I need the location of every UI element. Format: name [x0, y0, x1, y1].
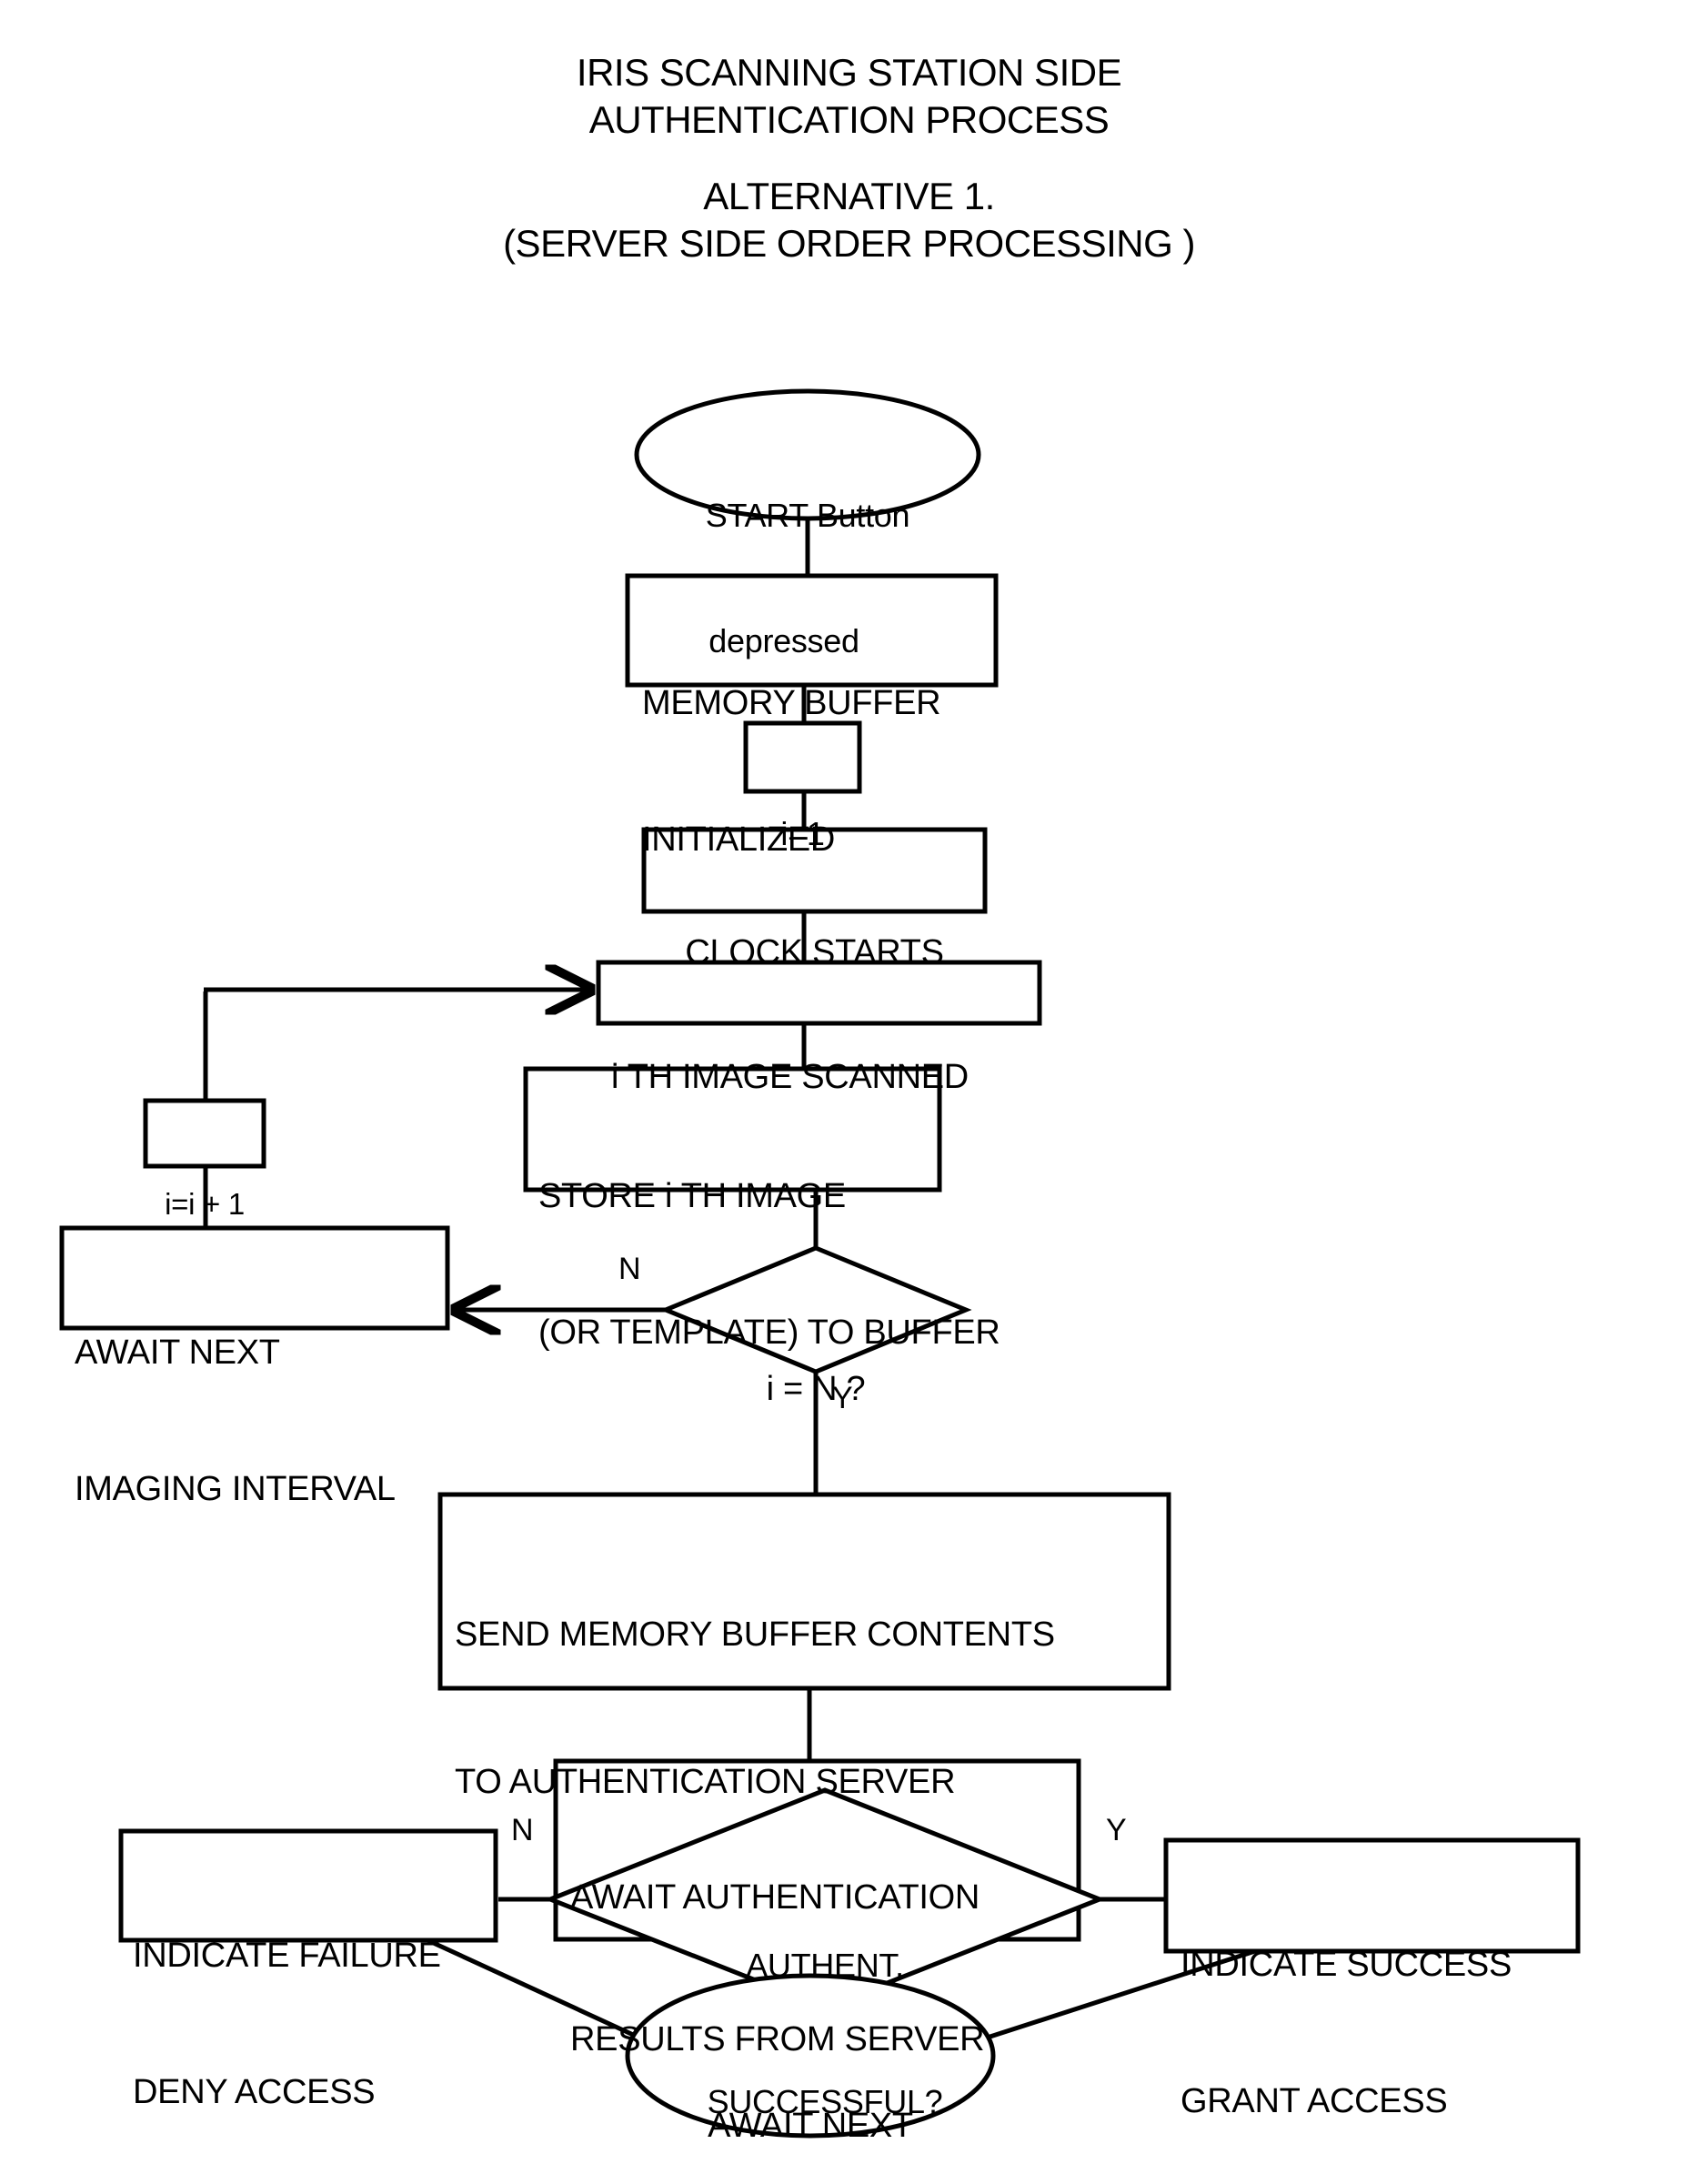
edge-label-auth-no: N [511, 1813, 534, 1847]
connector-failure-to-awaittxn [426, 1937, 655, 2047]
node-await-interval-shape [59, 1225, 450, 1331]
node-success-shape [1163, 1837, 1581, 1954]
edge-label-i-eq-n-no: N [618, 1252, 641, 1286]
node-await-txn-shape [625, 1973, 996, 2139]
edge-label-i-eq-n-yes: Y [832, 1381, 853, 1415]
node-incr-shape [143, 1098, 266, 1169]
node-start-shape [634, 388, 981, 521]
node-store-shape [523, 1066, 942, 1193]
flowchart-page: IRIS SCANNING STATION SIDE AUTHENTICATIO… [0, 0, 1698, 2184]
node-clock-shape [641, 827, 988, 914]
node-send-buffer-shape [437, 1492, 1171, 1691]
node-fail-shape [118, 1828, 498, 1943]
connector-success-to-awaittxn [972, 1948, 1256, 2045]
node-scan-shape [596, 960, 1042, 1026]
node-mem-init-shape [625, 573, 999, 688]
flowchart-canvas [59, 388, 1581, 2139]
edge-label-auth-yes: Y [1106, 1813, 1127, 1847]
node-i-eq-n-shape [659, 1245, 972, 1374]
node-i-eq-1-shape [743, 720, 862, 794]
